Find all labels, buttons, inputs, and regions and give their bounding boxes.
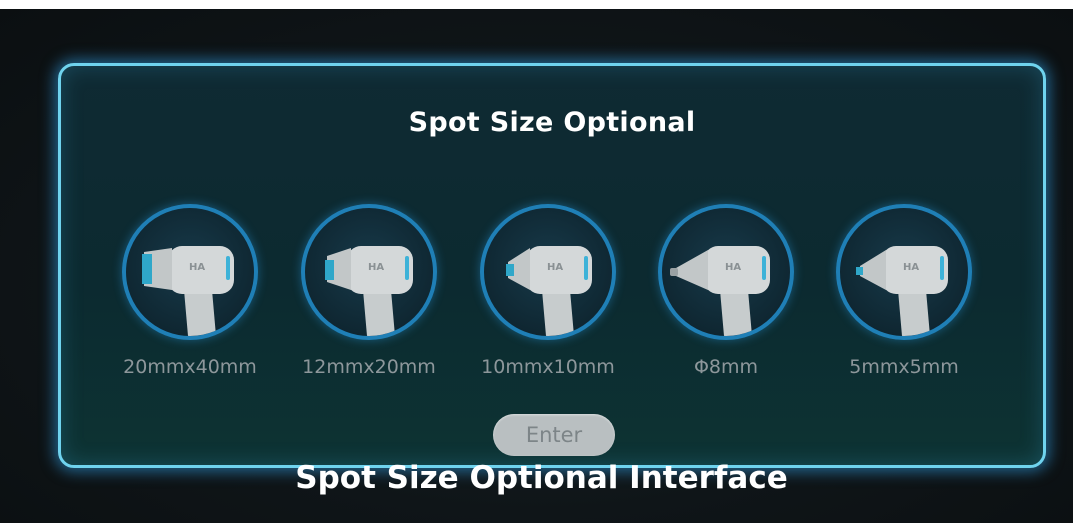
- brand-text: HA: [189, 262, 205, 273]
- spot-option-label: 12mmx20mm: [302, 356, 436, 378]
- device-screen: Spot Size Optional HA 20mmx40mm HA 12mmx…: [0, 9, 1073, 523]
- brand-text: HA: [547, 262, 563, 273]
- handpiece-5x5-icon[interactable]: HA: [836, 204, 972, 340]
- spot-size-panel: Spot Size Optional HA 20mmx40mm HA 12mmx…: [58, 63, 1046, 468]
- spot-option-label: 20mmx40mm: [123, 356, 257, 378]
- spot-option-label: Φ8mm: [693, 356, 759, 378]
- interface-caption: Spot Size Optional Interface: [295, 460, 788, 496]
- brand-text: HA: [725, 262, 741, 273]
- spot-option-8mm[interactable]: HA Φ8mm: [651, 204, 801, 378]
- enter-button[interactable]: Enter: [493, 414, 615, 456]
- handpiece-8mm-round-icon[interactable]: HA: [658, 204, 794, 340]
- brand-text: HA: [368, 262, 384, 273]
- spot-option-label: 10mmx10mm: [481, 356, 615, 378]
- handpiece-12x20-icon[interactable]: HA: [301, 204, 437, 340]
- spot-option-label: 5mmx5mm: [849, 356, 959, 378]
- handpiece-10x10-icon[interactable]: HA: [480, 204, 616, 340]
- brand-text: HA: [903, 262, 919, 273]
- spot-option-10x10[interactable]: HA 10mmx10mm: [473, 204, 623, 378]
- panel-title: Spot Size Optional: [408, 107, 696, 138]
- handpiece-20x40-icon[interactable]: HA: [122, 204, 258, 340]
- spot-option-5x5[interactable]: HA 5mmx5mm: [829, 204, 979, 378]
- spot-option-12x20[interactable]: HA 12mmx20mm: [294, 204, 444, 378]
- spot-option-20x40[interactable]: HA 20mmx40mm: [115, 204, 265, 378]
